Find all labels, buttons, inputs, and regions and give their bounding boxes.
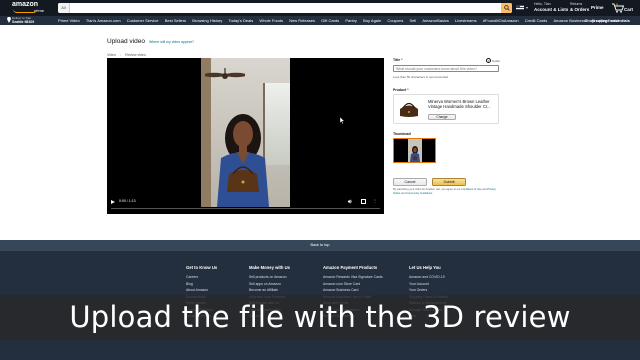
video-controls: 0:00 / 1:13 ⋮ — [107, 198, 384, 214]
prime-label: Prime — [591, 5, 604, 10]
footer-heading: Get to Know Us — [186, 265, 218, 270]
page-title: Upload video — [107, 38, 145, 45]
product-name: Minerva Women's Brown Leather Vintage Ha… — [428, 99, 491, 109]
nav-link[interactable]: Sell — [410, 18, 417, 23]
legal-prefix: By submitting your video for Amazon use,… — [393, 188, 461, 191]
volume-icon[interactable] — [348, 199, 353, 204]
product-field-label: Product * — [393, 88, 409, 92]
us-flag-icon[interactable] — [516, 5, 524, 10]
breadcrumb-item-video[interactable]: Video — [107, 53, 116, 57]
top-header: amazon prime All ▾ Hello, Tian Account &… — [0, 0, 640, 16]
nav-link[interactable]: Amazon Business — [553, 18, 585, 23]
nav-link[interactable]: Credit Cards — [525, 18, 547, 23]
search-button[interactable] — [501, 3, 512, 13]
community-guidelines-link[interactable]: Community Guidelines — [406, 192, 432, 195]
logo-smile-icon — [13, 9, 37, 13]
nav-link[interactable]: Gift Cards — [321, 18, 339, 23]
nav-link[interactable]: Coupons — [387, 18, 403, 23]
nav-link[interactable]: Whole Foods — [259, 18, 283, 23]
change-product-button[interactable]: Change — [428, 114, 456, 120]
nav-link[interactable]: Customer Service — [127, 18, 159, 23]
video-frame — [201, 58, 290, 207]
title-field-label: Title * — [393, 58, 403, 62]
submit-button[interactable]: Submit — [432, 178, 466, 186]
video-time: 0:00 / 1:13 — [119, 199, 136, 203]
selected-product-card: Minerva Women's Brown Leather Vintage Ha… — [393, 94, 499, 124]
nav-link[interactable]: Browsing History — [192, 18, 222, 23]
account-lists-menu[interactable]: Hello, Tian Account & Lists — [534, 2, 568, 12]
video-progress-bar[interactable] — [111, 208, 380, 209]
video-player[interactable]: 0:00 / 1:13 ⋮ — [107, 58, 384, 214]
nav-link[interactable]: New Releases — [289, 18, 315, 23]
legal-and-2: and — [401, 191, 406, 195]
logo-text: amazon — [12, 1, 39, 8]
nav-link[interactable]: Pantry — [345, 18, 357, 23]
chevron-down-icon: ▾ — [526, 5, 529, 10]
nav-link[interactable]: #FoundItOnAmazon — [483, 18, 519, 23]
amazon-logo[interactable]: amazon prime — [12, 1, 52, 14]
search-department-select[interactable]: All — [58, 3, 70, 13]
legal-and: and — [482, 188, 487, 191]
location-pin-icon — [7, 17, 11, 23]
footer-heading: Make Money with Us — [249, 265, 290, 270]
cart-button[interactable]: 0 Cart — [612, 2, 634, 14]
mouse-cursor-icon — [340, 117, 345, 124]
nav-links: Prime Video Tian's Amazon.com Customer Ser… — [58, 16, 625, 25]
legal-notice: By submitting your video for Amazon use,… — [393, 188, 501, 195]
title-input[interactable]: What should your customers know about th… — [393, 65, 499, 72]
nav-link[interactable]: AmazonBasics — [422, 18, 448, 23]
back-to-top-button[interactable]: Back to top — [0, 240, 640, 251]
prime-menu[interactable]: Prime — [591, 5, 604, 10]
nav-promo-link[interactable]: Shop college essentials — [585, 16, 630, 25]
orders-label: & Orders — [570, 7, 590, 12]
nav-link[interactable]: Today's Deals — [228, 18, 253, 23]
thumbnail-option[interactable] — [393, 138, 436, 163]
nav-link[interactable]: Prime Video — [58, 18, 80, 23]
play-icon[interactable] — [111, 200, 115, 204]
footer-link[interactable]: Amazon Rewards Visa Signature Cards — [323, 274, 383, 281]
nav-link[interactable]: Buy Again — [363, 18, 381, 23]
video-placement-help-link[interactable]: Where will my video appear? — [149, 40, 194, 44]
footer-heading: Let Us Help You — [409, 265, 441, 270]
deliver-to-location[interactable]: Deliver to Tian Seattle 98109 — [7, 16, 55, 25]
help-icon[interactable]: ? — [486, 58, 491, 63]
required-mark: * — [407, 88, 409, 92]
title-label-text: Title — [393, 58, 401, 62]
search-icon — [503, 5, 510, 11]
product-label-text: Product — [393, 88, 407, 92]
more-options-icon[interactable]: ⋮ — [373, 199, 377, 203]
guide-link[interactable]: Guide — [492, 59, 500, 63]
returns-orders-link[interactable]: Returns & Orders — [570, 2, 589, 12]
ceiling-fan-image — [205, 68, 245, 79]
nav-link[interactable]: Tian's Amazon.com — [86, 18, 121, 23]
footer-link[interactable]: Amazon and COVID-19 — [409, 274, 448, 281]
thumbnail-field-label: Thumbnail — [393, 132, 411, 136]
footer-heading: Amazon Payment Products — [323, 265, 378, 270]
account-lists-label: Account & Lists — [534, 7, 569, 12]
breadcrumb-item-review: Review video — [125, 53, 146, 57]
thumbnail-image — [410, 146, 420, 162]
cart-count: 0 — [616, 2, 619, 7]
breadcrumb: Video › Review video — [107, 53, 146, 57]
required-mark: * — [401, 58, 403, 62]
cart-label: Cart — [624, 7, 634, 12]
nav-link[interactable]: Livestreams — [455, 18, 477, 23]
page-root: amazon prime All ▾ Hello, Tian Account &… — [0, 0, 640, 360]
title-hint: Less than 60 characters is recommended — [393, 75, 449, 79]
conditions-of-use-link[interactable]: Conditions of Use — [461, 188, 481, 191]
footer-link[interactable]: Sell products on Amazon — [249, 274, 290, 281]
nav-bar: Deliver to Tian Seattle 98109 Prime Vide… — [0, 16, 640, 25]
nav-link[interactable]: Best Sellers — [165, 18, 186, 23]
search-bar[interactable]: All — [58, 3, 512, 13]
cancel-button[interactable]: Cancel — [393, 178, 427, 186]
tutorial-caption: Upload the file with the 3D review — [69, 300, 571, 334]
presenter-image — [217, 114, 269, 207]
breadcrumb-separator-icon: › — [119, 53, 122, 57]
deliver-location: Seattle 98109 — [12, 20, 35, 24]
fullscreen-icon[interactable] — [361, 199, 366, 204]
handbag-product-image — [400, 102, 418, 117]
